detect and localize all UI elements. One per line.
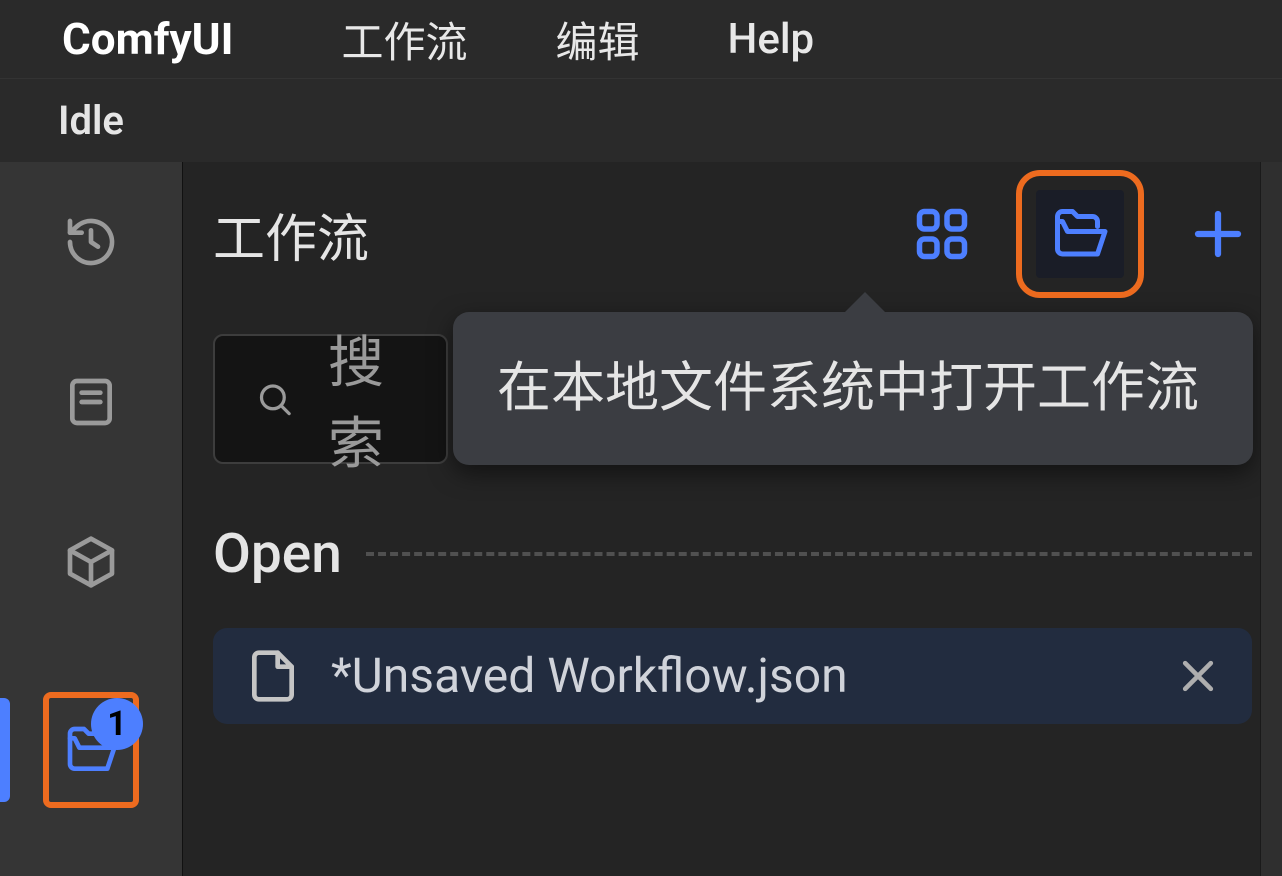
file-icon (245, 648, 301, 704)
status-bar: Idle (0, 78, 1282, 162)
open-local-workflow-button[interactable] (1036, 190, 1124, 278)
panel-scrollbar[interactable] (1260, 162, 1282, 876)
menu-help[interactable]: Help (728, 15, 815, 64)
left-icon-rail: 1 (0, 162, 182, 876)
notebook-icon (63, 374, 119, 430)
folder-open-icon (1050, 204, 1110, 264)
workflow-search-input[interactable]: 搜索 (213, 334, 448, 464)
menu-edit[interactable]: 编辑 (556, 9, 640, 70)
grid-icon (912, 204, 972, 264)
open-workflow-name: *Unsaved Workflow.json (331, 646, 1146, 706)
new-workflow-button[interactable] (1184, 200, 1252, 268)
status-text: Idle (58, 97, 124, 144)
rail-history-button[interactable] (61, 212, 121, 272)
open-workflow-item[interactable]: *Unsaved Workflow.json (213, 628, 1252, 724)
rail-workflows-badge: 1 (91, 698, 143, 750)
menu-workflow[interactable]: 工作流 (342, 9, 468, 70)
workflow-panel: 工作流 (182, 162, 1282, 876)
menu-bar: ComfyUI 工作流 编辑 Help (0, 0, 1282, 78)
panel-title: 工作流 (213, 197, 369, 272)
grid-view-button[interactable] (908, 200, 976, 268)
app-brand: ComfyUI (62, 13, 234, 65)
panel-header: 工作流 (213, 190, 1252, 278)
plus-icon (1188, 204, 1248, 264)
panel-toolbar (908, 190, 1252, 278)
open-section-label: Open (213, 522, 342, 586)
rail-package-button[interactable] (61, 532, 121, 592)
rail-notebook-button[interactable] (61, 372, 121, 432)
open-section-divider (366, 552, 1252, 556)
open-local-tooltip: 在本地文件系统中打开工作流 (453, 312, 1253, 465)
history-icon (63, 214, 119, 270)
rail-workflows-button[interactable]: 1 (61, 720, 121, 780)
cube-icon (63, 534, 119, 590)
close-workflow-button[interactable] (1176, 654, 1220, 698)
rail-workflows-highlight: 1 (43, 692, 139, 808)
search-placeholder: 搜索 (328, 318, 406, 480)
rail-active-indicator (0, 698, 10, 802)
open-section-header: Open (213, 522, 1252, 586)
search-icon (255, 371, 294, 427)
